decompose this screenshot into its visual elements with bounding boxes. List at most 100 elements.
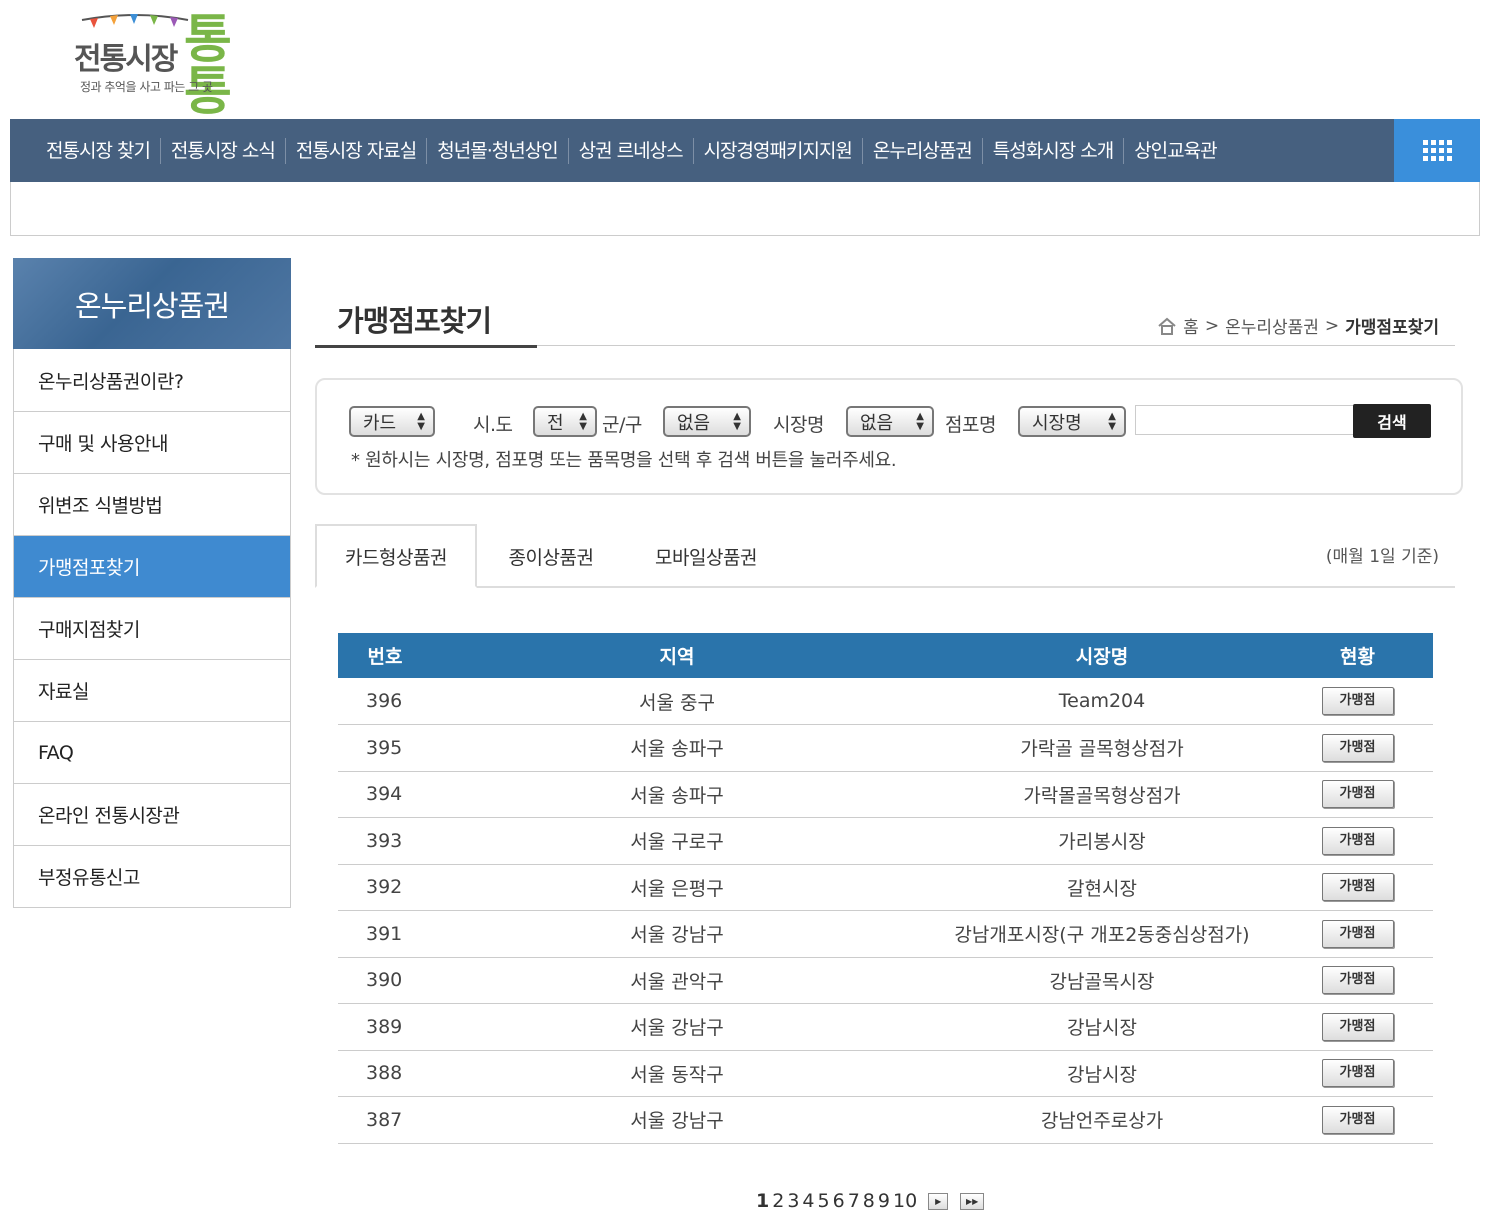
nav-item[interactable]: 상인교육관 (1123, 137, 1226, 164)
sidebar-item[interactable]: 가맹점포찾기 (14, 535, 290, 597)
page-link[interactable]: 1 (756, 1190, 769, 1212)
page-link[interactable]: 9 (878, 1190, 890, 1212)
breadcrumb-parent[interactable]: 온누리상품권 (1225, 313, 1319, 338)
table-row: 393 서울 구로구 가리봉시장 가맹점 (338, 817, 1433, 865)
header-region: 지역 (432, 633, 922, 678)
page-title: 가맹점포찾기 (315, 290, 537, 348)
view-shops-button[interactable]: 가맹점 (1321, 1059, 1394, 1088)
row-number: 394 (338, 771, 432, 818)
sidebar-item[interactable]: FAQ (14, 721, 290, 783)
nav-item[interactable]: 전통시장 소식 (159, 137, 285, 164)
table-row: 394 서울 송파구 가락몰골목형상점가 가맹점 (338, 771, 1433, 818)
top-nav-list: 전통시장 찾기 전통시장 소식 전통시장 자료실 청년몰·청년상인 상권 르네상스 시장경… (10, 119, 1480, 182)
sidebar-item[interactable]: 구매지점찾기 (14, 597, 290, 659)
voucher-tabs: 카드형상품권 종이상품권 모바일상품권 (매월 1일 기준) (315, 524, 1455, 588)
page-link[interactable]: 5 (818, 1190, 830, 1212)
market-value: 없음 (860, 412, 894, 434)
sidebar: 온누리상품권 온누리상품권이란? 구매 및 사용안내 위변조 식별방법 가맹점포찾기 구… (13, 258, 291, 908)
select-arrows-icon: ▲ ▼ (579, 411, 587, 432)
page-link[interactable]: 2 (772, 1190, 784, 1212)
search-field-select[interactable]: 시장명 ▲ ▼ (1018, 406, 1126, 437)
row-region: 서울 송파구 (432, 724, 922, 772)
breadcrumb-separator: > (1324, 315, 1340, 336)
tab-mobile-voucher[interactable]: 모바일상품권 (633, 524, 779, 588)
logo-slogan: 정과 추억을 사고 파는 그 곳 (80, 80, 213, 94)
pagination: 1 2 3 4 5 6 7 8 9 10 ▶ ▶▶ (756, 1190, 985, 1212)
site-logo[interactable]: 전통시장 통통 정과 추억을 사고 파는 그 곳 (72, 12, 252, 118)
table-row: 390 서울 관악구 강남골목시장 가맹점 (338, 957, 1433, 1004)
sidebar-item[interactable]: 자료실 (14, 659, 290, 721)
nav-item[interactable]: 시장경영패키지지원 (692, 137, 862, 164)
view-shops-button[interactable]: 가맹점 (1321, 966, 1394, 995)
nav-item[interactable]: 특성화시장 소개 (981, 137, 1123, 164)
view-shops-button[interactable]: 가맹점 (1321, 733, 1394, 762)
next-page-icon[interactable]: ▶ (928, 1192, 949, 1210)
sidebar-item[interactable]: 온누리상품권이란? (14, 349, 290, 411)
table-body: 396 서울 중구 Team204 가맹점 395 서울 송파구 가락골 골목형상점가 가맹점… (338, 678, 1433, 1144)
sidebar-item[interactable]: 구매 및 사용안내 (14, 411, 290, 473)
search-input[interactable] (1135, 405, 1353, 435)
view-shops-button[interactable]: 가맹점 (1321, 826, 1394, 855)
nav-item[interactable]: 전통시장 자료실 (284, 137, 426, 164)
row-number: 387 (338, 1096, 432, 1144)
page-link[interactable]: 6 (833, 1190, 845, 1212)
sidebar-item[interactable]: 온라인 전통시장관 (14, 783, 290, 845)
row-number: 392 (338, 864, 432, 911)
sido-value: 전 (547, 412, 564, 434)
table-row: 395 서울 송파구 가락골 골목형상점가 가맹점 (338, 724, 1433, 772)
last-page-icon[interactable]: ▶▶ (960, 1192, 985, 1210)
row-number: 389 (338, 1003, 432, 1051)
row-number: 395 (338, 724, 432, 772)
page-link[interactable]: 3 (787, 1190, 799, 1212)
gungu-select[interactable]: 없음 ▲ ▼ (663, 406, 751, 437)
row-region: 서울 동작구 (432, 1050, 922, 1097)
tab-paper-voucher[interactable]: 종이상품권 (481, 524, 621, 588)
breadcrumb-home[interactable]: 홈 (1183, 313, 1199, 338)
view-shops-button[interactable]: 가맹점 (1321, 873, 1394, 902)
page-link[interactable]: 4 (802, 1190, 814, 1212)
page-link[interactable]: 8 (863, 1190, 875, 1212)
nav-item[interactable]: 온누리상품권 (861, 137, 982, 164)
home-icon[interactable] (1157, 317, 1177, 335)
tab-card-voucher[interactable]: 카드형상품권 (315, 524, 477, 588)
row-status: 가맹점 (1282, 771, 1433, 818)
page-link[interactable]: 7 (848, 1190, 860, 1212)
row-region: 서울 강남구 (432, 1003, 922, 1051)
nav-item[interactable]: 상권 르네상스 (567, 137, 693, 164)
sido-select[interactable]: 전 ▲ ▼ (533, 406, 597, 437)
view-shops-button[interactable]: 가맹점 (1321, 1012, 1394, 1041)
view-shops-button[interactable]: 가맹점 (1321, 780, 1394, 809)
row-market: 강남골목시장 (922, 957, 1282, 1004)
search-field-value: 시장명 (1032, 412, 1082, 434)
market-select[interactable]: 없음 ▲ ▼ (846, 406, 934, 437)
row-status: 가맹점 (1282, 1096, 1433, 1144)
table-row: 388 서울 동작구 강남시장 가맹점 (338, 1050, 1433, 1097)
grid-menu-icon (1422, 140, 1452, 161)
breadcrumb-current: 가맹점포찾기 (1345, 318, 1439, 338)
logo-tong: 통통 (184, 14, 252, 118)
row-region: 서울 송파구 (432, 771, 922, 818)
all-menu-button[interactable] (1394, 119, 1480, 182)
view-shops-button[interactable]: 가맹점 (1321, 919, 1394, 948)
view-shops-button[interactable]: 가맹점 (1321, 1105, 1394, 1134)
row-market: 가락몰골목형상점가 (922, 771, 1282, 818)
search-panel: 카드 ▲ ▼ 시.도 전 ▲ ▼ 군/구 없음 ▲ ▼ 시장명 없음 ▲ ▼ 점포명 시… (315, 378, 1463, 495)
voucher-type-value: 카드 (363, 412, 397, 434)
sidebar-item[interactable]: 부정유통신고 (14, 845, 290, 907)
top-navigation: 전통시장 찾기 전통시장 소식 전통시장 자료실 청년몰·청년상인 상권 르네상스 시장경… (10, 119, 1480, 182)
logo-title: 전통시장 (74, 42, 178, 77)
nav-item[interactable]: 전통시장 찾기 (36, 138, 160, 164)
row-status: 가맹점 (1282, 957, 1433, 1004)
nav-item[interactable]: 청년몰·청년상인 (426, 137, 567, 164)
page-link[interactable]: 10 (893, 1190, 917, 1212)
row-status: 가맹점 (1282, 910, 1433, 958)
search-button[interactable]: 검색 (1353, 404, 1431, 438)
voucher-type-select[interactable]: 카드 ▲ ▼ (349, 406, 435, 437)
market-label: 시장명 (773, 414, 824, 436)
row-market: 강남언주로상가 (922, 1096, 1282, 1144)
view-shops-button[interactable]: 가맹점 (1321, 687, 1394, 715)
row-status: 가맹점 (1282, 864, 1433, 911)
table-row: 392 서울 은평구 갈현시장 가맹점 (338, 864, 1433, 911)
table-row: 396 서울 중구 Team204 가맹점 (338, 678, 1433, 725)
sidebar-item[interactable]: 위변조 식별방법 (14, 473, 290, 535)
